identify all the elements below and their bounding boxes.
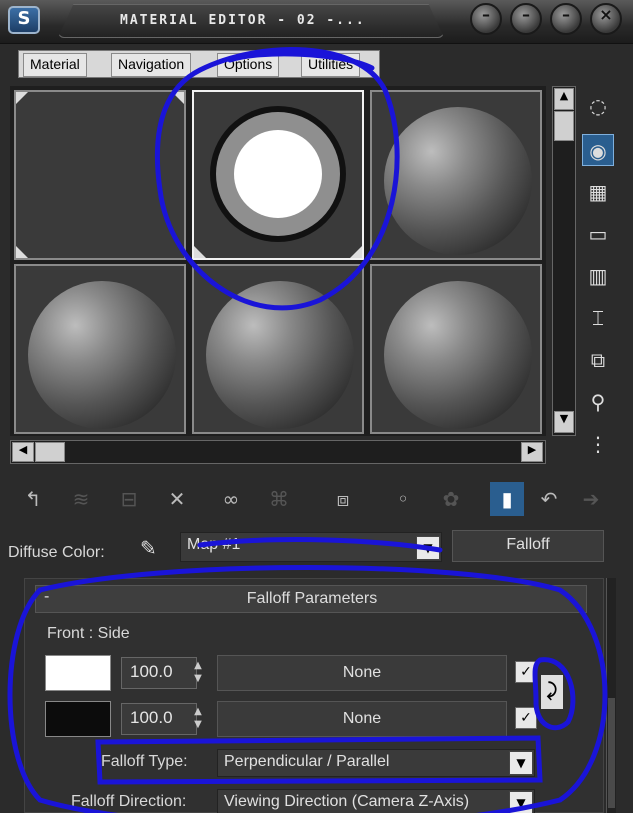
scroll-right-icon[interactable]: ▶ [521, 442, 543, 462]
map-name-field[interactable]: Map #1 [180, 532, 442, 562]
slots-horizontal-scrollbar[interactable]: ◀ ▶ [10, 440, 546, 464]
sample-uv-tiling-icon[interactable]: ▭ [582, 218, 614, 250]
front-amount-spinner[interactable]: 100.0 [121, 657, 197, 689]
sample-slot-5[interactable] [192, 264, 364, 434]
menu-material[interactable]: Material [23, 53, 87, 77]
window-title: MATERIAL EDITOR - 02 -... [120, 13, 366, 28]
spinner-arrows-icon[interactable]: ▲ ▼ [191, 705, 205, 735]
sample-slot-1[interactable] [14, 90, 186, 260]
sample-slots-grid [10, 86, 546, 436]
scroll-left-icon[interactable]: ◀ [12, 442, 34, 462]
options-icon[interactable]: ⧉ [582, 344, 614, 376]
material-effects-channel-icon[interactable]: ⧈ [326, 482, 360, 516]
slot-corner-marker [16, 92, 28, 104]
falloff-preview-center [234, 130, 322, 218]
eyedropper-icon[interactable]: ✎ [140, 536, 168, 564]
menu-bar: Material Navigation Options Utilities [18, 50, 380, 78]
diffuse-color-label: Diffuse Color: [8, 544, 105, 561]
slot-corner-marker [172, 92, 184, 104]
slot-corner-marker [16, 246, 28, 258]
reset-map-icon[interactable]: ✕ [160, 482, 194, 516]
menu-options[interactable]: Options [217, 53, 280, 77]
scroll-thumb[interactable] [554, 111, 574, 141]
material-sphere [384, 107, 532, 255]
slot-corner-marker [350, 246, 362, 258]
sample-type-icon[interactable]: ◌ [582, 90, 614, 122]
scroll-down-icon[interactable]: ▼ [554, 411, 574, 433]
go-forward-to-sibling-icon[interactable]: ↶ [532, 482, 566, 516]
make-preview-icon[interactable]: ⌶ [582, 302, 614, 334]
sample-slot-3[interactable] [370, 90, 542, 260]
video-color-check-icon[interactable]: ▥ [582, 260, 614, 292]
falloff-parameters-rollout: - Falloff Parameters Front : Side 100.0 … [24, 578, 604, 813]
front-side-label: Front : Side [47, 625, 130, 642]
falloff-direction-dropdown-icon[interactable]: ▼ [509, 791, 533, 813]
backlight-icon[interactable]: ◉ [582, 134, 614, 166]
falloff-type-dropdown-icon[interactable]: ▼ [509, 751, 533, 775]
front-map-checkbox[interactable]: ✓ [515, 661, 537, 683]
slots-vertical-scrollbar[interactable]: ▲ ▼ [552, 86, 576, 436]
front-color-swatch[interactable] [45, 655, 111, 691]
map-dropdown-icon[interactable]: ▼ [416, 536, 440, 560]
get-material-icon[interactable]: ↰ [16, 482, 50, 516]
material-sphere [206, 281, 354, 429]
rollout-scroll-thumb[interactable] [608, 698, 615, 808]
put-to-library-icon[interactable]: ⌘ [262, 482, 296, 516]
scroll-up-icon[interactable]: ▲ [554, 88, 574, 110]
make-unique-icon[interactable]: ∞ [214, 482, 248, 516]
menu-utilities[interactable]: Utilities [301, 53, 361, 77]
sample-slot-4[interactable] [14, 264, 186, 434]
assign-to-selection-icon[interactable]: ⊟ [112, 482, 146, 516]
scroll-thumb[interactable] [35, 442, 65, 462]
pick-material-icon[interactable]: ➔ [574, 482, 608, 516]
falloff-type-select[interactable]: Perpendicular / Parallel [217, 749, 535, 777]
show-end-result-icon[interactable]: ✿ [434, 482, 468, 516]
side-map-button[interactable]: None [217, 701, 507, 737]
material-map-navigator-icon[interactable]: ⋮ [582, 428, 614, 460]
maximize-icon[interactable]: – [550, 3, 582, 35]
side-map-checkbox[interactable]: ✓ [515, 707, 537, 729]
select-by-material-icon[interactable]: ⚲ [582, 386, 614, 418]
side-color-swatch[interactable] [45, 701, 111, 737]
background-checker-icon[interactable]: ▦ [582, 176, 614, 208]
material-sphere [384, 281, 532, 429]
minimize-icon[interactable]: – [470, 3, 502, 35]
close-icon[interactable]: × [590, 3, 622, 35]
swap-colors-icon[interactable]: ⤸ [541, 675, 563, 709]
go-to-parent-icon[interactable]: ▮ [490, 482, 524, 516]
put-to-scene-icon[interactable]: ≋ [64, 482, 98, 516]
falloff-direction-select[interactable]: Viewing Direction (Camera Z-Axis) [217, 789, 535, 813]
falloff-direction-label: Falloff Direction: [71, 793, 187, 810]
spinner-arrows-icon[interactable]: ▲ ▼ [191, 659, 205, 689]
rollout-scrollbar[interactable] [606, 578, 616, 813]
falloff-type-label: Falloff Type: [101, 753, 188, 770]
side-amount-spinner[interactable]: 100.0 [121, 703, 197, 735]
menu-navigation[interactable]: Navigation [111, 53, 192, 77]
rollout-header[interactable]: - Falloff Parameters [35, 585, 587, 613]
rollout-title: Falloff Parameters [246, 590, 378, 607]
material-sphere [28, 281, 176, 429]
title-bar: S MATERIAL EDITOR - 02 -... – – – × [0, 0, 633, 44]
front-map-button[interactable]: None [217, 655, 507, 691]
sample-slot-2-active[interactable] [192, 90, 364, 260]
slot-corner-marker [194, 246, 206, 258]
map-type-button[interactable]: Falloff [452, 530, 604, 562]
sample-slot-6[interactable] [370, 264, 542, 434]
restore-icon[interactable]: – [510, 3, 542, 35]
show-map-in-viewport-icon[interactable]: ◦ [386, 482, 420, 516]
max-app-icon[interactable]: S [8, 6, 40, 34]
